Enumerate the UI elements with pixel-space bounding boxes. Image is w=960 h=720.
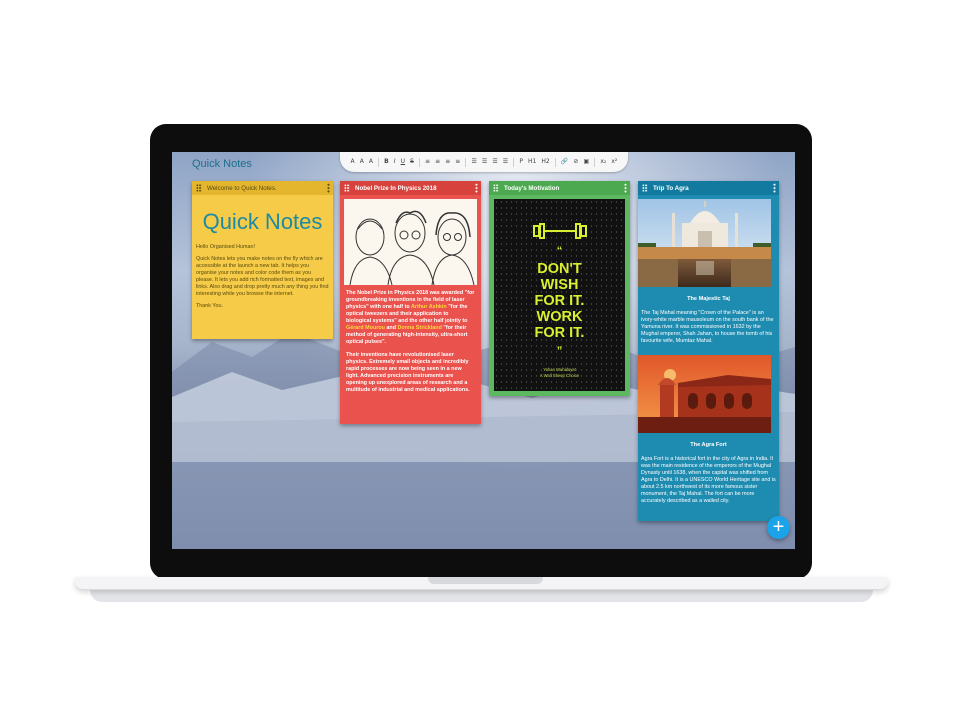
drag-handle-icon[interactable] [642,184,648,192]
note-paragraph: The Nobel Prize in Physics 2018 was awar… [344,290,477,346]
note-welcome[interactable]: Welcome to Quick Notes. Quick Notes Hell… [192,181,333,339]
laptop-notch [428,577,543,584]
motivation-poster-image: “ DON'T WISH FOR IT. WORK FOR IT. ” Yoha… [494,199,625,391]
toolbar-divider [513,157,515,167]
more-options-icon[interactable] [475,183,478,193]
image-icon[interactable]: ▣ [584,152,590,172]
screen: Quick Notes A A A B I U S ≡ ≡ ≡ ≡ ☰ ☰ ☰ … [172,152,795,549]
font-size-medium-button[interactable]: A [360,152,364,172]
app-title: Quick Notes [192,158,252,170]
note-paragraph: Hello Organised Human! [196,244,256,250]
quote-line: WISH [540,277,579,293]
heading1-button[interactable]: H1 [528,152,536,172]
toolbar-divider [554,157,556,167]
toolbar-divider [465,157,467,167]
align-left-icon[interactable]: ≡ [425,152,430,172]
link-icon[interactable]: 🔗 [561,152,568,172]
note-body[interactable]: Quick Notes Hello Organised Human! Quick… [192,195,333,318]
note-header[interactable]: Trip To Agra [638,181,779,195]
superscript-button[interactable]: x² [611,152,617,172]
unordered-list-icon[interactable]: ☰ [482,152,487,172]
close-quote-icon: ” [556,345,563,357]
unlink-icon[interactable]: ⊘ [573,152,578,172]
motivation-quote: DON'T WISH FOR IT. WORK FOR IT. [494,261,625,341]
laptop-base-shadow [90,590,873,602]
photo-caption: The Majestic Taj [687,296,730,302]
taj-mahal-photo [638,199,771,287]
note-motivation[interactable]: Today's Motivation “ DON'T WISH FOR IT. … [489,181,630,396]
toolbar-divider [418,157,420,167]
align-center-icon[interactable]: ≡ [435,152,440,172]
note-paragraph: Their inventions have revolutionised las… [346,352,470,393]
note-header[interactable]: Welcome to Quick Notes. [192,181,333,195]
paragraph-button[interactable]: P [519,152,523,172]
text-run: and [384,325,398,331]
drag-handle-icon[interactable] [196,184,202,192]
quote-line: FOR IT. [534,325,585,341]
align-right-icon[interactable]: ≡ [445,152,450,172]
note-nobel-prize[interactable]: Nobel Prize In Physics 2018 The Nobel Pr… [340,181,481,424]
align-justify-icon[interactable]: ≡ [455,152,460,172]
subscript-button[interactable]: x₂ [600,152,606,172]
heading2-button[interactable]: H2 [541,152,549,172]
laureate-link[interactable]: Donna Strickland [398,325,442,331]
drag-handle-icon[interactable] [344,184,350,192]
indent-icon[interactable]: ☰ [492,152,497,172]
outdent-icon[interactable]: ☰ [503,152,508,172]
note-body[interactable]: The Nobel Prize in Physics 2018 was awar… [340,289,481,403]
agra-fort-photo [638,355,771,433]
italic-button[interactable]: I [394,152,396,172]
laureates-portrait-image [344,199,477,286]
note-paragraph: Agra Fort is a historical fort in the ci… [641,456,776,504]
note-paragraph: Thank You. [196,303,223,309]
more-options-icon[interactable] [624,183,627,193]
note-trip-to-agra[interactable]: Trip To Agra The Majestic Taj The Taj Ma… [638,181,779,521]
note-paragraph: Quick Notes lets you make notes on the f… [196,256,329,297]
more-options-icon[interactable] [773,183,776,193]
font-size-small-button[interactable]: A [351,152,355,172]
add-note-button[interactable]: + [767,516,790,539]
strikethrough-button[interactable]: S [410,152,414,172]
note-paragraph: The Taj Mahal meaning "Crown of the Pala… [641,310,774,344]
underline-button[interactable]: U [401,152,405,172]
dumbbell-icon [533,223,587,239]
credit-line: A Wall Sheep Choice [539,372,580,378]
note-heading: Quick Notes [202,209,323,234]
open-quote-icon: “ [556,245,563,257]
note-header[interactable]: Today's Motivation [489,181,630,195]
poster-credit: Yohan Wuhidayat A Wall Sheep Choice [494,367,625,378]
note-title: Nobel Prize In Physics 2018 [355,184,437,192]
note-title: Today's Motivation [504,184,560,192]
bold-button[interactable]: B [384,152,389,172]
note-title: Trip To Agra [653,184,689,192]
note-title: Welcome to Quick Notes. [207,184,277,192]
formatting-toolbar: A A A B I U S ≡ ≡ ≡ ≡ ☰ ☰ ☰ ☰ P H1 H2 🔗 … [340,152,628,172]
ordered-list-icon[interactable]: ☰ [471,152,476,172]
laureate-link[interactable]: Arthur Ashkin [411,304,447,310]
quote-line: DON'T [537,261,582,277]
note-header[interactable]: Nobel Prize In Physics 2018 [340,181,481,195]
font-size-large-button[interactable]: A [369,152,373,172]
quote-line: FOR IT. [534,293,585,309]
more-options-icon[interactable] [327,183,330,193]
laureate-link[interactable]: Gérard Mourou [346,325,385,331]
portrait-sketch-icon [349,210,475,286]
toolbar-divider [378,157,380,167]
drag-handle-icon[interactable] [493,184,499,192]
quote-line: WORK [536,309,583,325]
photo-caption: The Agra Fort [690,442,727,448]
toolbar-divider [594,157,596,167]
